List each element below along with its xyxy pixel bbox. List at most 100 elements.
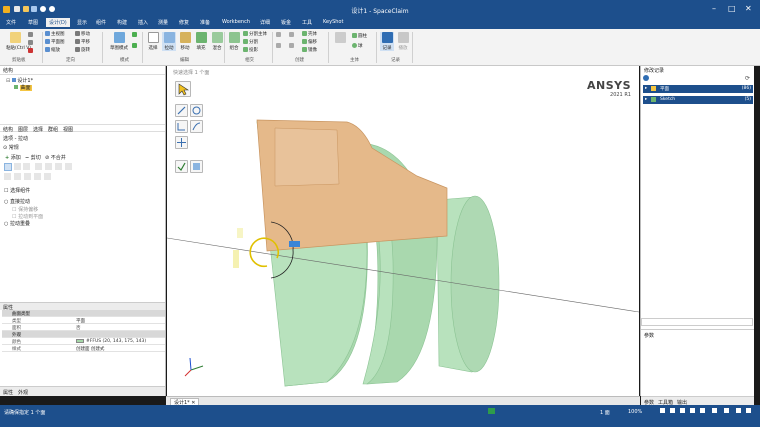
tab-views[interactable]: 视图	[63, 126, 73, 133]
option-tool-10[interactable]	[24, 173, 31, 180]
prop-row[interactable]: 曲面类型	[2, 310, 165, 317]
menu-display[interactable]: 显示	[77, 19, 87, 26]
menu-sketch[interactable]: 草图	[28, 19, 38, 26]
view-icon[interactable]	[690, 408, 695, 413]
sketch-mode-button[interactable]: 草图模式	[108, 32, 130, 51]
no-merge-option[interactable]: ⊘ 不合并	[45, 154, 66, 161]
view-icon[interactable]	[712, 408, 717, 413]
pull-button[interactable]: 拉动	[162, 32, 176, 51]
pull-overlap-option[interactable]: ○ 拉动重叠	[4, 220, 30, 227]
option-tool-1[interactable]	[4, 163, 12, 171]
cut-option[interactable]: − 剪切	[25, 154, 41, 161]
menu-design[interactable]: 设计(D)	[46, 18, 70, 27]
sphere-button[interactable]: 球	[352, 43, 363, 49]
mirror-button[interactable]: 镜像	[302, 47, 317, 53]
menu-sheetmetal[interactable]: 钣金	[281, 19, 291, 26]
view-icon[interactable]	[660, 408, 665, 413]
view-icon[interactable]	[724, 408, 729, 413]
add-option[interactable]: + 添加	[5, 154, 21, 161]
option-tool-6[interactable]	[55, 163, 62, 170]
viewport[interactable]: 快速选择 1 个面 ANSYS 2021 R1	[167, 66, 639, 396]
record-button[interactable]: 记录	[380, 32, 394, 51]
3d-mode-icon[interactable]	[132, 43, 138, 49]
menu-detail[interactable]: 详细	[260, 19, 270, 26]
expand-icon[interactable]: ▸	[645, 97, 647, 102]
menu-tools[interactable]: 工具	[302, 19, 312, 26]
plan-view-button[interactable]: 平面图	[45, 39, 65, 45]
combine-button[interactable]: 组合	[227, 32, 241, 51]
menu-workbench[interactable]: Workbench	[222, 19, 250, 25]
option-tool-12[interactable]	[44, 173, 51, 180]
select-group-option[interactable]: ☐ 选择组件	[4, 187, 30, 194]
tab-appearance[interactable]: 外观	[18, 389, 28, 396]
view-icon[interactable]	[670, 408, 675, 413]
option-tool-2[interactable]	[14, 163, 21, 170]
color-swatch[interactable]	[76, 339, 84, 343]
cylinder-button[interactable]: 圆柱	[352, 33, 367, 39]
collapse-icon[interactable]: ⊙	[3, 145, 7, 151]
delete-icon[interactable]	[28, 48, 34, 54]
prop-row[interactable]: 外观	[2, 331, 165, 338]
blend-button[interactable]: 混合	[210, 32, 224, 51]
origin-icon[interactable]	[289, 43, 295, 49]
tab-selection[interactable]: 选择	[33, 126, 43, 133]
menu-prepare[interactable]: 准备	[200, 19, 210, 26]
option-tool-7[interactable]	[65, 163, 72, 170]
expand-icon[interactable]: ▸	[645, 86, 647, 91]
maximize-icon[interactable]: □	[728, 4, 736, 13]
split-button[interactable]: 分割	[243, 39, 258, 45]
checkbox-icon[interactable]: ☐	[4, 188, 8, 194]
option-tool-3[interactable]	[23, 163, 30, 170]
close-icon[interactable]: ✕	[745, 4, 752, 13]
plane-icon[interactable]	[276, 32, 282, 38]
direct-pull-option[interactable]: ○ 直接拉动	[4, 198, 30, 205]
menu-measure[interactable]: 测量	[158, 19, 168, 26]
option-tool-5[interactable]	[45, 163, 52, 170]
menu-file[interactable]: 文件	[6, 19, 16, 26]
option-tool-9[interactable]	[14, 173, 21, 180]
option-tool-4[interactable]	[35, 163, 42, 170]
pull-to-plane-option[interactable]: ☐ 拉动到平面	[12, 213, 43, 220]
front-view-button[interactable]: 主视图	[45, 31, 65, 37]
prop-row[interactable]: 类型 平面	[2, 317, 165, 324]
pan-button[interactable]: 平移	[75, 39, 90, 45]
fill-button[interactable]: 填充	[194, 32, 208, 51]
tab-layers[interactable]: 图层	[18, 126, 28, 133]
search-input[interactable]	[641, 318, 753, 326]
tree-child[interactable]: 曲面	[14, 84, 32, 91]
model-canvas[interactable]	[167, 66, 639, 396]
info-icon[interactable]	[643, 75, 649, 81]
tree-root[interactable]: ⊟ 设计1*	[6, 77, 33, 84]
cut-icon[interactable]	[28, 32, 34, 38]
dimension-tag[interactable]	[289, 241, 300, 247]
menu-keyshot[interactable]: KeyShot	[323, 19, 343, 25]
menu-build[interactable]: 构建	[117, 19, 127, 26]
move-view-button[interactable]: 移动	[75, 31, 90, 37]
paste-button[interactable]: 粘贴(Ctrl V)	[6, 32, 31, 51]
refresh-icon[interactable]: ⟳	[745, 75, 750, 82]
tab-structure[interactable]: 结构	[3, 126, 13, 133]
copy-icon[interactable]	[28, 40, 34, 46]
view-icon[interactable]	[680, 408, 685, 413]
section-mode-icon[interactable]	[132, 32, 138, 38]
prop-row[interactable]: 颜色 #FFUS (20, 143, 175, 143)	[2, 338, 165, 345]
extrude-button[interactable]	[333, 32, 347, 45]
tab-properties[interactable]: 属性	[3, 389, 13, 396]
projection-button[interactable]: 投影	[243, 47, 258, 53]
split-body-button[interactable]: 分割主体	[243, 31, 267, 37]
keep-offset-option[interactable]: ☐ 保持偏移	[12, 206, 38, 213]
rotate-button[interactable]: 旋转	[75, 47, 90, 53]
option-tool-11[interactable]	[34, 173, 41, 180]
point-icon[interactable]	[289, 32, 295, 38]
list-item[interactable]: ▸ Sketch (5)	[643, 96, 753, 104]
menu-assembly[interactable]: 组件	[96, 19, 106, 26]
move-button[interactable]: 移动	[178, 32, 192, 51]
option-tool-8[interactable]	[4, 173, 11, 180]
radio-icon[interactable]: ○	[4, 221, 8, 227]
menu-insert[interactable]: 插入	[138, 19, 148, 26]
select-button[interactable]: 选择	[146, 32, 160, 51]
view-icon[interactable]	[736, 408, 741, 413]
shell-button[interactable]: 壳体	[302, 31, 317, 37]
zoom-button[interactable]: 缩放	[45, 47, 60, 53]
expand-icon[interactable]: ⊟	[6, 78, 10, 84]
